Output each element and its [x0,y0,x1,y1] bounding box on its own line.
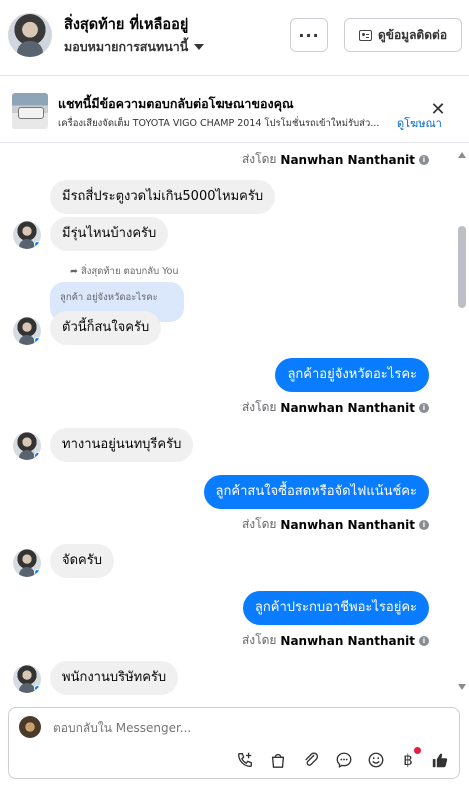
sender-avatar[interactable] [13,221,41,249]
sent-by-name: Nanwhan Nanthanit [280,517,415,532]
messenger-badge-icon [34,452,41,459]
outgoing-message[interactable]: ลูกค้าอยู่จังหวัดอะไรคะ [275,358,429,392]
incoming-message[interactable]: พนักงานบริษัทครับ [50,661,179,695]
scrollbar-thumb[interactable] [458,226,466,308]
view-contact-button[interactable]: ดูข้อมูลติดต่อ [344,18,462,52]
incoming-message[interactable]: มีรุ่นไหนบ้างครับ [50,217,169,251]
baht-icon[interactable]: ฿ [398,747,421,770]
sender-avatar[interactable] [13,317,41,345]
chat-bubble-icon[interactable] [334,750,354,770]
reply-arrow-icon: ➦ [70,266,78,277]
sent-by-prefix: ส่งโดย [241,633,277,647]
sent-by-name: Nanwhan Nanthanit [280,152,415,167]
info-icon[interactable]: i [419,154,429,165]
messenger-badge-icon [34,337,41,344]
sent-by-prefix: ส่งโดย [241,400,277,414]
messenger-badge-icon [34,241,41,248]
message-composer: ฿ [8,707,460,779]
ad-banner-title: แชทนี้มีข้อความตอบกลับต่อโฆษณาของคุณ [58,96,294,111]
sent-by-row: ส่งโดย Nanwhan Nanthanit i [242,515,429,534]
info-icon[interactable]: i [419,519,429,530]
assign-conversation-dropdown[interactable]: มอบหมายการสนทนานี้ [64,37,205,57]
info-icon[interactable]: i [419,635,429,646]
sender-avatar[interactable] [13,665,41,693]
sent-by-prefix: ส่งโดย [241,517,277,531]
notification-dot [414,747,421,754]
messenger-badge-icon [34,685,41,692]
incoming-message[interactable]: ตัวนี้ก็สนใจครับ [50,311,162,345]
incoming-message[interactable]: มีรถสี่ประตูงวดไม่เกิน5000ไหมครับ [50,180,276,214]
incoming-message[interactable]: จัดครับ [50,544,114,578]
ad-description: เครื่องเสียงจัดเต็ม TOYOTA VIGO CHAMP 20… [58,118,380,129]
baht-symbol: ฿ [403,751,413,769]
sent-by-name: Nanwhan Nanthanit [280,633,415,648]
call-add-icon[interactable] [235,750,255,770]
contact-avatar[interactable] [8,13,52,57]
reply-note: ➦ สิ่งสุดท้าย ตอบกลับ You [70,264,179,279]
sent-by-row: ส่งโดย Nanwhan Nanthanit i [242,150,429,169]
smiley-icon[interactable] [366,750,386,770]
outgoing-message[interactable]: ลูกค้าประกบอาชีพอะไรอยู่คะ [242,591,429,625]
caret-down-icon [194,44,205,50]
conversation-header: สิ่งสุดท้าย ที่เหลืออยู่ มอบหมายการสนทนา… [0,0,469,76]
contact-name[interactable]: สิ่งสุดท้าย ที่เหลืออยู่ [64,13,188,36]
sent-by-row: ส่งโดย Nanwhan Nanthanit i [242,631,429,650]
contact-card-icon [358,29,372,41]
reply-note-text: สิ่งสุดท้าย ตอบกลับ You [81,266,179,277]
ad-thumbnail[interactable] [12,93,48,129]
scroll-up-arrow-icon[interactable] [458,152,466,158]
thumbs-up-icon[interactable] [430,750,450,770]
scroll-down-arrow-icon[interactable] [458,684,466,690]
assign-conversation-label: มอบหมายการสนทนานี้ [64,39,189,54]
messenger-badge-icon [34,569,41,576]
sent-by-name: Nanwhan Nanthanit [280,400,415,415]
sent-by-prefix: ส่งโดย [241,152,277,166]
page-avatar [19,716,41,738]
outgoing-message[interactable]: ลูกค้าสนใจซื้อสดหรือจัดไฟแน้นช์คะ [203,475,429,509]
sent-by-row: ส่งโดย Nanwhan Nanthanit i [242,398,429,417]
sender-avatar[interactable] [13,432,41,460]
info-icon[interactable]: i [419,402,429,413]
more-options-button[interactable]: ··· [290,18,328,52]
incoming-message[interactable]: ทางานอยู่นนทบุรีครับ [50,428,194,462]
view-contact-label: ดูข้อมูลติดต่อ [377,27,448,42]
paperclip-icon[interactable] [301,750,321,770]
close-icon[interactable]: ✕ [429,101,447,119]
reply-input[interactable] [53,721,433,735]
bag-icon[interactable] [268,750,288,770]
ad-reply-banner: แชทนี้มีข้อความตอบกลับต่อโฆษณาของคุณ เคร… [0,77,469,143]
sender-avatar[interactable] [13,549,41,577]
